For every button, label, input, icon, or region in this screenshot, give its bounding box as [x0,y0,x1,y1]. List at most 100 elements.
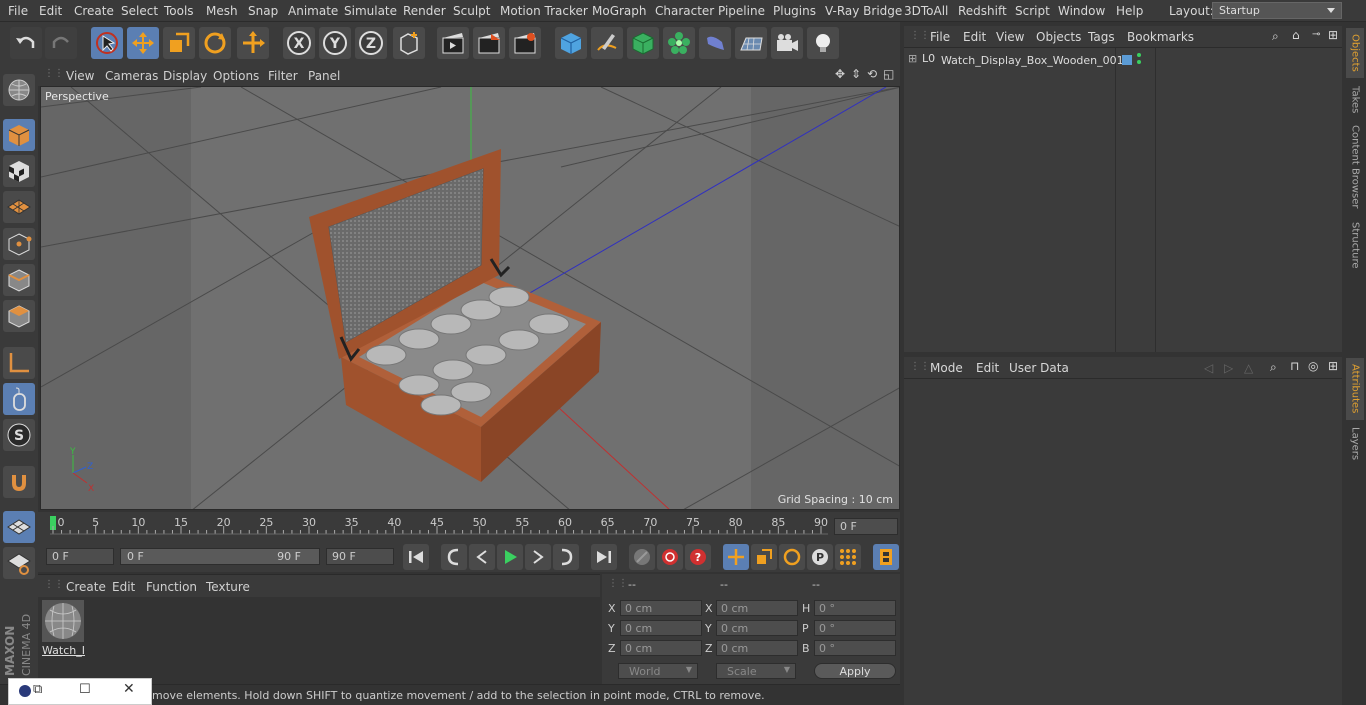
tab-objects[interactable]: Objects [1346,28,1364,78]
next-key-button[interactable] [553,544,579,570]
expand-icon[interactable]: ⊞ [908,52,917,65]
home-icon[interactable]: ⌂ [1292,28,1300,42]
layout-select[interactable]: Startup [1212,2,1342,19]
move-tool-button[interactable] [127,27,159,59]
points-mode-button[interactable] [3,228,35,260]
viewport-dolly-icon[interactable]: ⇕ [851,67,861,81]
menu-snap[interactable]: Snap [248,4,278,18]
attr-menu-mode[interactable]: Mode [930,361,963,375]
menu-mesh[interactable]: Mesh [206,4,238,18]
workplane-lock-button[interactable] [3,547,35,579]
menu-animate[interactable]: Animate [288,4,338,18]
restore-icon[interactable]: ⧉ [33,682,42,697]
timeline-ruler[interactable]: 0 5 10 15 20 25 30 35 40 45 50 55 60 65 70 75 80 85 90 0 F [38,512,900,542]
subdivision-surface-button[interactable] [627,27,659,59]
link-icon[interactable]: ⊸ [1312,29,1320,40]
back-arrow-icon[interactable]: ◁ [1204,361,1213,375]
snap-button[interactable] [3,466,35,498]
edges-mode-button[interactable] [3,264,35,296]
rot-p-field[interactable]: 0 ° [814,620,896,636]
deformer-button[interactable] [699,27,731,59]
perspective-viewport[interactable]: Y Z X Perspective Grid Spacing : 10 cm [40,86,900,510]
apply-button[interactable]: Apply [814,663,896,679]
new-panel-icon[interactable]: ⊞ [1328,359,1338,373]
autokey-button[interactable]: ? [685,544,711,570]
search-icon[interactable]: ⌕ [1270,360,1277,375]
make-editable-button[interactable] [3,74,35,106]
attr-menu-edit[interactable]: Edit [976,361,999,375]
enable-axis-button[interactable] [3,511,35,543]
viewport-menu-display[interactable]: Display [163,69,207,83]
goto-start-button[interactable] [403,544,429,570]
maximize-icon[interactable]: ☐ [79,682,91,697]
menu-render[interactable]: Render [403,4,446,18]
forward-arrow-icon[interactable]: ▷ [1224,361,1233,375]
render-visibility-dot[interactable] [1137,60,1141,64]
tweak-mode-button[interactable] [3,383,35,415]
material-menu-texture[interactable]: Texture [206,580,250,594]
lock-icon[interactable]: ⊓ [1290,359,1299,373]
editor-visibility-dot[interactable] [1137,53,1141,57]
floor-button[interactable] [735,27,767,59]
menu-help[interactable]: Help [1116,4,1143,18]
tab-attributes[interactable]: Attributes [1346,358,1364,420]
prev-key-button[interactable] [441,544,467,570]
menu-sculpt[interactable]: Sculpt [453,4,490,18]
redo-button[interactable] [45,27,77,59]
menu-character[interactable]: Character [655,4,714,18]
tab-layers[interactable]: Layers [1346,424,1364,464]
obj-menu-bookmarks[interactable]: Bookmarks [1127,30,1194,44]
menu-tools[interactable]: Tools [164,4,194,18]
camera-button[interactable] [771,27,803,59]
new-panel-icon[interactable]: ⊞ [1328,28,1338,42]
play-button[interactable] [497,544,523,570]
start-frame-field[interactable]: 0 F [46,548,114,565]
key-parameter-button[interactable]: P [807,544,833,570]
axis-mode-button[interactable] [3,347,35,379]
menu-select[interactable]: Select [121,4,158,18]
rot-b-field[interactable]: 0 ° [814,640,896,656]
menu-script[interactable]: Script [1015,4,1050,18]
texture-mode-button[interactable] [3,155,35,187]
timeline-window-button[interactable] [873,544,899,570]
coord-size-select[interactable]: Scale ▼ [716,663,796,679]
key-scale-button[interactable] [751,544,777,570]
render-view-button[interactable] [437,27,469,59]
size-y-field[interactable]: 0 cm [716,620,798,636]
size-x-field[interactable]: 0 cm [716,600,798,616]
material-swatch[interactable]: Watch_I [42,600,85,657]
workplane-mode-button[interactable] [3,191,35,223]
menu-create[interactable]: Create [74,4,114,18]
attr-menu-user-data[interactable]: User Data [1009,361,1069,375]
key-pla-button[interactable] [835,544,861,570]
object-name[interactable]: Watch_Display_Box_Wooden_001 [941,54,1124,67]
target-icon[interactable]: ◎ [1308,359,1318,373]
record-keys-off-button[interactable] [629,544,655,570]
transform-tool-button[interactable] [237,27,269,59]
y-axis-lock-button[interactable]: Y [319,27,351,59]
key-rotation-button[interactable] [779,544,805,570]
layer-color-swatch[interactable] [1122,55,1132,65]
up-arrow-icon[interactable]: △ [1244,361,1253,375]
material-menu-function[interactable]: Function [146,580,197,594]
rot-h-field[interactable]: 0 ° [814,600,896,616]
light-button[interactable] [807,27,839,59]
menu-mograph[interactable]: MoGraph [592,4,647,18]
menu-vray-bridge[interactable]: V-Ray Bridge [825,4,902,18]
viewport-pan-icon[interactable]: ✥ [835,67,845,81]
cube-object-button[interactable] [555,27,587,59]
live-selection-button[interactable] [91,27,123,59]
cloner-button[interactable] [663,27,695,59]
solo-button[interactable]: S [3,419,35,451]
material-menu-edit[interactable]: Edit [112,580,135,594]
end-frame-field[interactable]: 90 F [326,548,394,565]
viewport-menu-view[interactable]: View [66,69,94,83]
obj-menu-file[interactable]: File [930,30,950,44]
model-mode-button[interactable] [3,119,35,151]
size-z-field[interactable]: 0 cm [716,640,798,656]
obj-menu-edit[interactable]: Edit [963,30,986,44]
record-button[interactable] [657,544,683,570]
current-frame-field[interactable]: 0 F [834,518,898,535]
material-menu-create[interactable]: Create [66,580,106,594]
render-settings-button[interactable] [509,27,541,59]
